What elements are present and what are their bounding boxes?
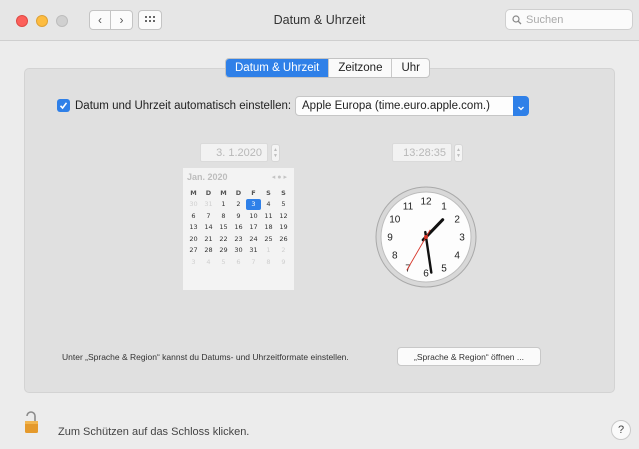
search-field[interactable] — [505, 9, 633, 30]
format-hint-text: Unter „Sprache & Region“ kannst du Datum… — [62, 352, 349, 362]
calendar-weekday: D — [235, 188, 242, 197]
help-button[interactable]: ? — [611, 420, 631, 440]
settings-panel — [24, 68, 615, 393]
date-field: 3. 1.2020 — [200, 143, 268, 162]
calendar-day: 1 — [266, 246, 271, 255]
calendar-day: 23 — [234, 234, 243, 243]
calendar-day: 21 — [204, 234, 213, 243]
search-input[interactable] — [522, 13, 626, 26]
calendar-day: 3 — [191, 257, 196, 266]
calendar-nav-arrows-icon: ◂●▸ — [271, 174, 289, 181]
calendar-day: 6 — [191, 211, 196, 220]
calendar-month-label: Jan. 2020 — [187, 172, 228, 182]
date-stepper: ▲ ▼ — [271, 144, 280, 162]
calendar-day: 26 — [279, 234, 288, 243]
time-field: 13:28:35 — [392, 143, 452, 162]
calendar-day: 27 — [189, 246, 198, 255]
clock-number: 3 — [459, 233, 465, 244]
calendar: Jan. 2020 ◂●▸ M D M D F S S 30 31 1 2 3 4 5 6 7 8 9 10 11 12… — [182, 167, 295, 291]
tab-bar: Datum & Uhrzeit Zeitzone Uhr — [225, 58, 430, 78]
calendar-day: 2 — [281, 246, 286, 255]
clock-number: 2 — [454, 215, 460, 226]
calendar-day: 29 — [219, 246, 228, 255]
lock-icon[interactable] — [24, 410, 40, 434]
tab-clock[interactable]: Uhr — [391, 59, 429, 77]
calendar-grid: M D M D F S S 30 31 1 2 3 4 5 6 7 8 9 10 11 12 13 14 15 16 17 18 19… — [186, 187, 292, 268]
calendar-day: 16 — [234, 223, 243, 232]
calendar-day: 31 — [249, 246, 258, 255]
calendar-day: 22 — [219, 234, 228, 243]
calendar-weekday: S — [281, 188, 286, 197]
analog-clock: 12 12 3 45 6 78 9 1011 — [375, 186, 477, 288]
calendar-day: 25 — [264, 234, 273, 243]
clock-number: 12 — [420, 197, 432, 208]
checkmark-icon — [59, 102, 68, 110]
calendar-day: 19 — [279, 223, 288, 232]
clock-number: 10 — [389, 215, 401, 226]
calendar-day: 8 — [221, 211, 226, 220]
tab-timezone[interactable]: Zeitzone — [328, 59, 391, 77]
calendar-weekday: M — [220, 188, 227, 197]
calendar-day: 15 — [219, 223, 228, 232]
time-server-value: Apple Europa (time.euro.apple.com.) — [302, 100, 490, 112]
select-arrow-icon — [513, 96, 529, 116]
calendar-day: 24 — [249, 234, 258, 243]
calendar-day: 9 — [236, 211, 241, 220]
calendar-day: 5 — [281, 200, 286, 209]
calendar-day: 8 — [266, 257, 271, 266]
clock-center — [424, 235, 428, 239]
calendar-day: 4 — [206, 257, 211, 266]
clock-number: 4 — [454, 251, 460, 262]
calendar-day: 5 — [221, 257, 226, 266]
calendar-day: 20 — [189, 234, 198, 243]
calendar-day: 28 — [204, 246, 213, 255]
calendar-day: 12 — [279, 211, 288, 220]
calendar-day: 30 — [189, 200, 198, 209]
auto-time-label: Datum und Uhrzeit automatisch einstellen… — [75, 99, 292, 112]
calendar-day: 10 — [249, 211, 258, 220]
calendar-day: 1 — [221, 200, 226, 209]
calendar-day: 4 — [266, 200, 271, 209]
tab-date-time[interactable]: Datum & Uhrzeit — [226, 59, 329, 77]
calendar-day: 30 — [234, 246, 243, 255]
calendar-day: 3 — [246, 198, 261, 210]
calendar-day: 13 — [189, 223, 198, 232]
clock-number: 11 — [403, 201, 414, 212]
calendar-day: 6 — [236, 257, 241, 266]
calendar-day: 7 — [206, 211, 211, 220]
calendar-weekday: M — [190, 188, 197, 197]
calendar-day: 18 — [264, 223, 273, 232]
calendar-day: 9 — [281, 257, 286, 266]
calendar-day: 17 — [249, 223, 258, 232]
calendar-weekday: F — [251, 188, 256, 197]
title-bar: ‹ › Datum & Uhrzeit — [0, 0, 639, 41]
calendar-weekday: D — [205, 188, 212, 197]
calendar-day: 31 — [204, 200, 213, 209]
time-stepper: ▲ ▼ — [454, 144, 463, 162]
lock-text: Zum Schützen auf das Schloss klicken. — [58, 426, 250, 438]
calendar-day: 7 — [251, 257, 256, 266]
search-icon — [512, 14, 522, 24]
clock-number: 6 — [423, 269, 429, 280]
open-language-region-button[interactable]: „Sprache & Region“ öffnen ... — [397, 347, 541, 366]
auto-time-checkbox[interactable] — [57, 99, 70, 112]
calendar-weekday: S — [266, 188, 271, 197]
calendar-day: 2 — [236, 200, 241, 209]
clock-number: 1 — [441, 201, 447, 212]
clock-number: 8 — [392, 251, 398, 262]
clock-number: 9 — [387, 233, 393, 244]
clock-number: 5 — [441, 264, 447, 275]
time-server-select[interactable]: Apple Europa (time.euro.apple.com.) — [295, 96, 529, 116]
clock-number: 7 — [405, 264, 411, 275]
calendar-day: 11 — [264, 211, 273, 220]
calendar-day: 14 — [204, 223, 213, 232]
auto-time-row: Datum und Uhrzeit automatisch einstellen… — [57, 99, 291, 112]
